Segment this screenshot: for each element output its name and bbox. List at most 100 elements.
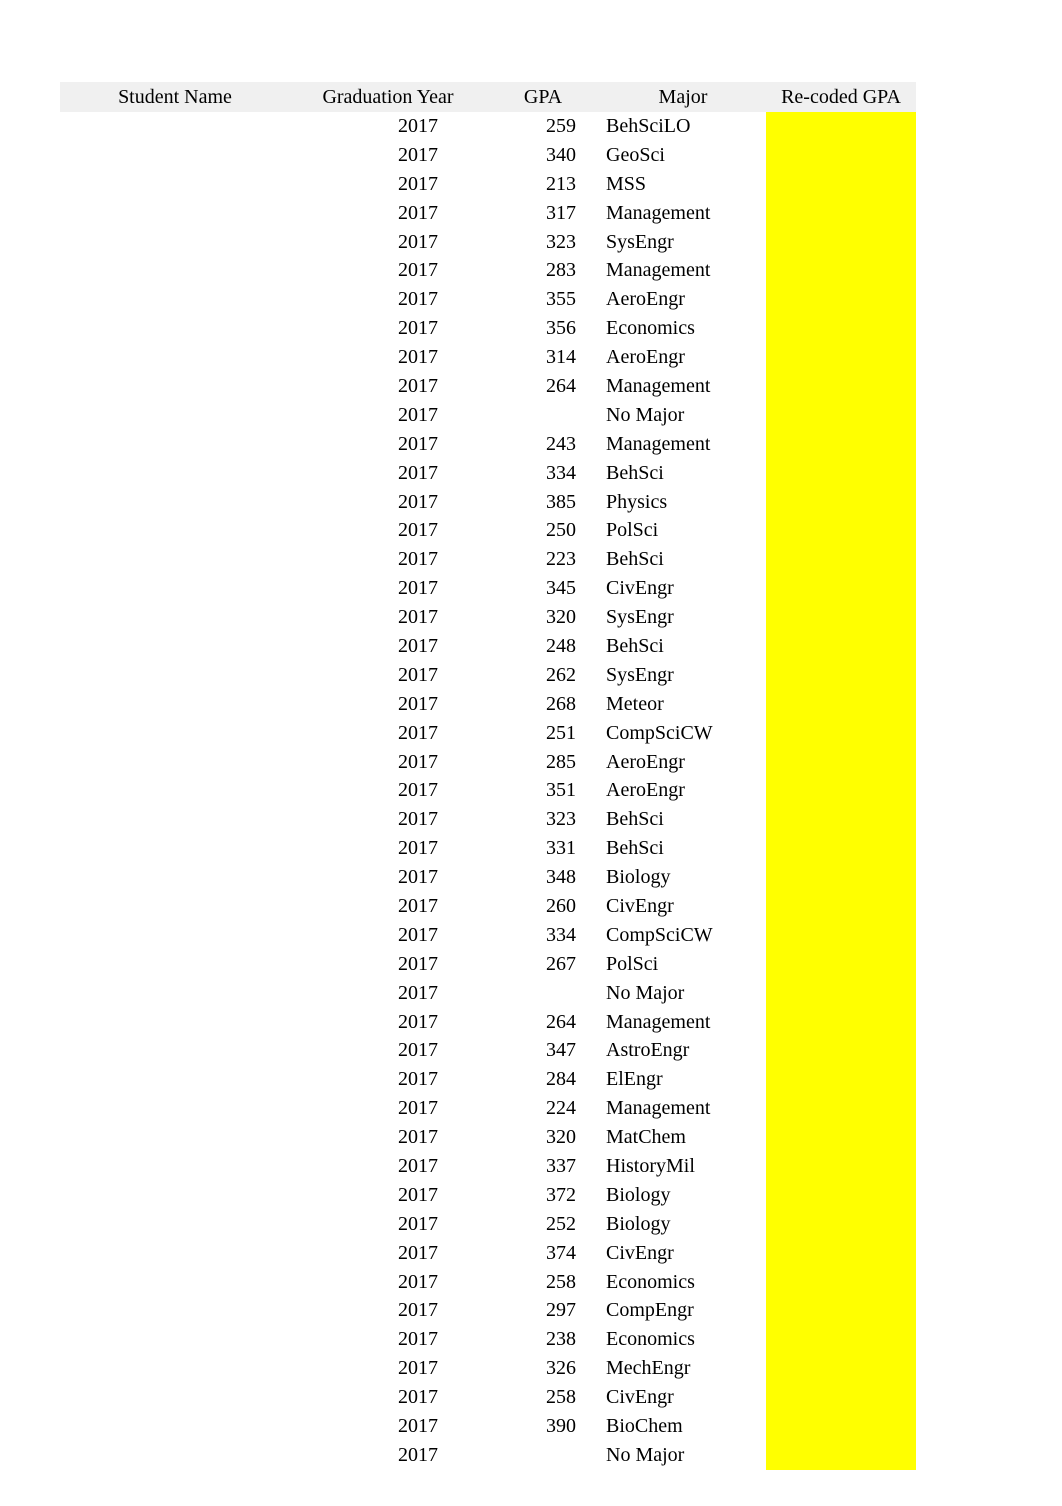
cell-recoded-gpa xyxy=(766,314,916,343)
cell-recoded-gpa xyxy=(766,776,916,805)
cell-recoded-gpa xyxy=(766,285,916,314)
cell-recoded-gpa xyxy=(766,863,916,892)
cell-recoded-gpa xyxy=(766,545,916,574)
cell-graduation-year: 2017 xyxy=(290,401,486,430)
cell-graduation-year: 2017 xyxy=(290,979,486,1008)
cell-gpa: 334 xyxy=(486,459,600,488)
cell-graduation-year: 2017 xyxy=(290,661,486,690)
cell-graduation-year: 2017 xyxy=(290,1094,486,1123)
cell-major: No Major xyxy=(600,1441,766,1470)
cell-graduation-year: 2017 xyxy=(290,112,486,141)
cell-gpa: 385 xyxy=(486,488,600,517)
cell-major: SysEngr xyxy=(600,603,766,632)
cell-graduation-year: 2017 xyxy=(290,1123,486,1152)
cell-major: BehSci xyxy=(600,834,766,863)
cell-student-name xyxy=(60,199,290,228)
cell-student-name xyxy=(60,950,290,979)
cell-gpa: 374 xyxy=(486,1239,600,1268)
table-row: 2017No Major xyxy=(60,979,916,1008)
cell-student-name xyxy=(60,1297,290,1326)
cell-recoded-gpa xyxy=(766,401,916,430)
cell-graduation-year: 2017 xyxy=(290,603,486,632)
cell-student-name xyxy=(60,285,290,314)
cell-student-name xyxy=(60,1441,290,1470)
cell-gpa xyxy=(486,401,600,430)
cell-graduation-year: 2017 xyxy=(290,199,486,228)
cell-recoded-gpa xyxy=(766,1441,916,1470)
cell-gpa: 320 xyxy=(486,603,600,632)
cell-student-name xyxy=(60,1210,290,1239)
table-row: 2017251CompSciCW xyxy=(60,719,916,748)
cell-graduation-year: 2017 xyxy=(290,1441,486,1470)
cell-recoded-gpa xyxy=(766,748,916,777)
cell-recoded-gpa xyxy=(766,1383,916,1412)
cell-major: BehSci xyxy=(600,632,766,661)
cell-gpa: 355 xyxy=(486,285,600,314)
cell-recoded-gpa xyxy=(766,690,916,719)
cell-recoded-gpa xyxy=(766,372,916,401)
cell-recoded-gpa xyxy=(766,719,916,748)
table-row: 2017262SysEngr xyxy=(60,661,916,690)
cell-major: Management xyxy=(600,256,766,285)
cell-gpa: 351 xyxy=(486,776,600,805)
cell-student-name xyxy=(60,719,290,748)
cell-graduation-year: 2017 xyxy=(290,690,486,719)
cell-graduation-year: 2017 xyxy=(290,748,486,777)
table-row: 2017224Management xyxy=(60,1094,916,1123)
cell-major: Management xyxy=(600,1008,766,1037)
table-row: 2017317Management xyxy=(60,199,916,228)
table-row: 2017258CivEngr xyxy=(60,1383,916,1412)
table-row: 2017390BioChem xyxy=(60,1412,916,1441)
cell-student-name xyxy=(60,979,290,1008)
cell-recoded-gpa xyxy=(766,459,916,488)
table-row: 2017258Economics xyxy=(60,1268,916,1297)
cell-major: Management xyxy=(600,372,766,401)
table-row: 2017351AeroEngr xyxy=(60,776,916,805)
cell-graduation-year: 2017 xyxy=(290,892,486,921)
table-row: 2017260CivEngr xyxy=(60,892,916,921)
table-row: 2017283Management xyxy=(60,256,916,285)
cell-recoded-gpa xyxy=(766,603,916,632)
cell-recoded-gpa xyxy=(766,834,916,863)
cell-gpa: 224 xyxy=(486,1094,600,1123)
cell-major: BehSci xyxy=(600,545,766,574)
cell-recoded-gpa xyxy=(766,1094,916,1123)
cell-gpa: 320 xyxy=(486,1123,600,1152)
table-row: 2017348Biology xyxy=(60,863,916,892)
cell-gpa: 260 xyxy=(486,892,600,921)
table-row: 2017 No Major xyxy=(60,1441,916,1470)
cell-major: Physics xyxy=(600,488,766,517)
table-row: 2017264Management xyxy=(60,1008,916,1037)
cell-student-name xyxy=(60,1325,290,1354)
cell-major: Economics xyxy=(600,314,766,343)
cell-gpa: 251 xyxy=(486,719,600,748)
cell-student-name xyxy=(60,1037,290,1066)
cell-major: Management xyxy=(600,430,766,459)
table-row: 2017323BehSci xyxy=(60,805,916,834)
cell-student-name xyxy=(60,603,290,632)
cell-recoded-gpa xyxy=(766,632,916,661)
cell-major: Management xyxy=(600,199,766,228)
cell-gpa: 238 xyxy=(486,1325,600,1354)
cell-gpa: 250 xyxy=(486,516,600,545)
table-row: 2017297CompEngr xyxy=(60,1297,916,1326)
cell-student-name xyxy=(60,401,290,430)
cell-recoded-gpa xyxy=(766,516,916,545)
cell-major: Biology xyxy=(600,863,766,892)
cell-graduation-year: 2017 xyxy=(290,516,486,545)
cell-student-name xyxy=(60,574,290,603)
table-row: 2017238Economics xyxy=(60,1325,916,1354)
cell-recoded-gpa xyxy=(766,1123,916,1152)
cell-graduation-year: 2017 xyxy=(290,141,486,170)
cell-recoded-gpa xyxy=(766,1354,916,1383)
table-row: 2017320SysEngr xyxy=(60,603,916,632)
cell-graduation-year: 2017 xyxy=(290,285,486,314)
cell-graduation-year: 2017 xyxy=(290,574,486,603)
cell-graduation-year: 2017 xyxy=(290,343,486,372)
cell-gpa: 262 xyxy=(486,661,600,690)
cell-major: MatChem xyxy=(600,1123,766,1152)
cell-recoded-gpa xyxy=(766,1297,916,1326)
student-table: Student Name Graduation Year GPA Major R… xyxy=(60,82,916,1470)
cell-recoded-gpa xyxy=(766,1065,916,1094)
cell-student-name xyxy=(60,805,290,834)
